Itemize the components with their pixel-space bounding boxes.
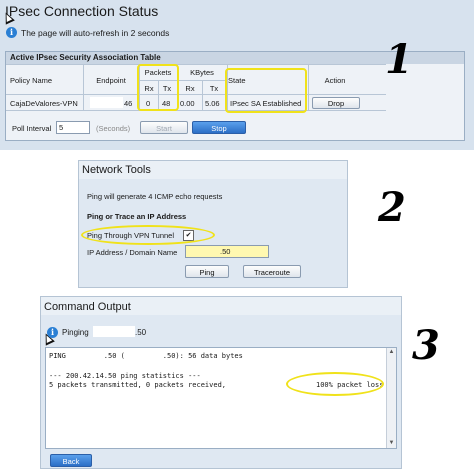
step-number-2: 2: [378, 184, 406, 231]
redacted-ip: [93, 326, 135, 337]
output-line: PING .50 ( .50): 56 data bytes: [49, 352, 243, 360]
pinging-label: Pinging: [62, 328, 89, 337]
poll-unit-label: (Seconds): [96, 124, 131, 133]
vpn-checkbox-highlight: [81, 225, 215, 245]
state-highlight: [225, 68, 307, 113]
ip-address-input[interactable]: .50: [185, 245, 269, 258]
step-number-1: 1: [385, 36, 413, 83]
drop-button[interactable]: Drop: [312, 97, 360, 109]
scroll-down-icon[interactable]: ▼: [387, 439, 396, 448]
poll-interval-label: Poll Interval: [12, 124, 52, 133]
traceroute-button[interactable]: Traceroute: [243, 265, 301, 278]
pinging-suffix: .50: [135, 328, 147, 337]
section-title: Ping or Trace an IP Address: [87, 212, 187, 221]
start-button[interactable]: Start: [140, 121, 188, 134]
output-line: --- 200.42.14.50 ping statistics ---: [49, 372, 201, 380]
poll-interval-input[interactable]: 5: [56, 121, 90, 134]
ip-address-value: .50: [220, 247, 231, 256]
redacted-endpoint: [90, 97, 123, 108]
packet-loss-highlight: [286, 372, 384, 396]
output-text-area[interactable]: PING .50 ( .50): 56 data bytes --- 200.4…: [45, 347, 397, 449]
output-scrollbar[interactable]: ▲ ▼: [386, 348, 396, 448]
ipsec-status-panel: IPsec Connection Status i The page will …: [0, 0, 474, 150]
step-number-3: 3: [412, 322, 440, 369]
col-policy-name: Policy Name: [10, 76, 53, 85]
col-kbytes-tx: Tx: [209, 84, 219, 93]
scroll-up-icon[interactable]: ▲: [387, 348, 396, 357]
row-kbytes-rx: 0.00: [180, 99, 195, 108]
row-policy-name: CajaDeValores-VPN: [10, 99, 78, 108]
row-endpoint: 46: [124, 99, 133, 108]
col-action: Action: [324, 76, 346, 85]
network-tools-panel: Network Tools Ping will generate 4 ICMP …: [78, 160, 348, 288]
stop-button[interactable]: Stop: [192, 121, 246, 134]
col-endpoint: Endpoint: [96, 76, 126, 85]
info-icon: i: [6, 27, 17, 38]
page-title: IPsec Connection Status: [5, 3, 159, 19]
ip-address-label: IP Address / Domain Name: [87, 248, 178, 257]
ping-button[interactable]: Ping: [185, 265, 229, 278]
ping-note: Ping will generate 4 ICMP echo requests: [87, 192, 223, 201]
back-button[interactable]: Back: [50, 454, 92, 467]
command-output-panel: Command Output i Pinging .50 PING .50 ( …: [40, 296, 402, 469]
col-kbytes-rx: Rx: [185, 84, 195, 93]
panel-title: Network Tools: [82, 164, 151, 176]
info-icon: i: [47, 327, 58, 338]
packets-highlight: [137, 64, 179, 111]
output-line: 5 packets transmitted, 0 packets receive…: [49, 381, 227, 389]
row-kbytes-tx: 5.06: [205, 99, 220, 108]
panel-title: Command Output: [44, 301, 131, 313]
col-kbytes: KBytes: [190, 68, 214, 77]
refresh-note: The page will auto-refresh in 2 seconds: [21, 28, 170, 38]
